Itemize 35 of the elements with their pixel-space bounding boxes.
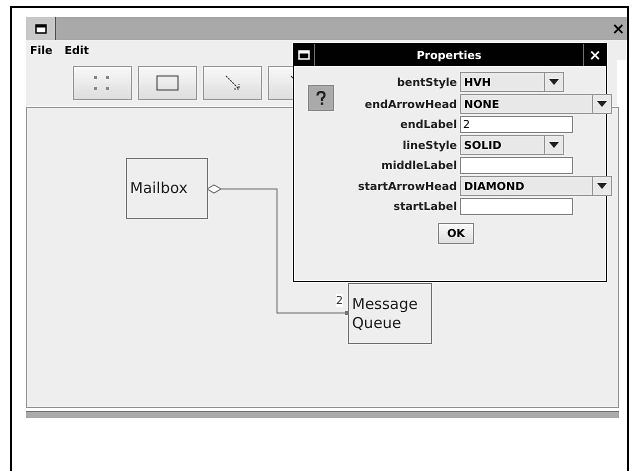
property-dropdown[interactable]: DIAMOND (460, 176, 612, 196)
dropdown-arrow-icon (597, 183, 607, 189)
arrow-icon (224, 75, 240, 91)
window-menu-button[interactable] (26, 17, 56, 40)
window-icon (298, 50, 310, 60)
ok-button[interactable]: OK (438, 223, 474, 244)
property-dropdown[interactable]: NONE (460, 94, 612, 114)
dropdown-arrow-icon (549, 142, 559, 148)
close-button[interactable]: × (583, 44, 606, 66)
close-button[interactable]: × (612, 19, 625, 38)
menu-item[interactable]: Edit (64, 44, 89, 56)
property-input-field[interactable]: 2 (460, 116, 573, 133)
menu-item[interactable]: File (30, 44, 53, 56)
dropdown-arrow-icon (549, 79, 559, 85)
property-input-field[interactable] (460, 157, 573, 174)
help-icon (308, 85, 334, 111)
class-node: Mailbox (126, 158, 208, 219)
class-node: Message Queue (348, 283, 432, 344)
window-icon (34, 24, 46, 34)
property-label: startLabel (392, 200, 457, 213)
property-dropdown[interactable]: SOLID (460, 135, 564, 155)
property-dropdown[interactable]: HVH (460, 72, 564, 92)
property-label: startArrowHead (357, 180, 457, 192)
dialog-title: Properties (416, 48, 482, 62)
tool-button[interactable] (138, 66, 197, 100)
property-input-field[interactable] (460, 198, 573, 215)
property-label: middleLabel (380, 159, 457, 172)
dropdown-arrow-icon (597, 101, 607, 107)
edge-label: 2 (336, 294, 343, 307)
rectangle-icon (156, 75, 179, 91)
property-label: lineStyle (402, 138, 457, 152)
scrollbar[interactable] (26, 411, 619, 418)
property-label: endArrowHead (364, 98, 457, 110)
property-label: bentStyle (396, 76, 457, 88)
property-label: endLabel (399, 118, 457, 131)
